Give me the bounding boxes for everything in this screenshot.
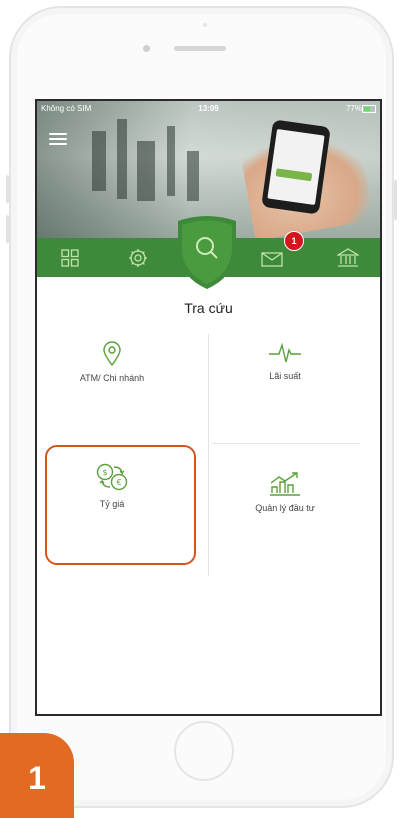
volume-up-button — [6, 175, 9, 203]
tile-interest-rate[interactable]: Lãi suất — [210, 341, 360, 441]
mail-icon[interactable] — [259, 245, 285, 271]
tile-label: Lãi suất — [269, 371, 301, 381]
step-number-badge: 1 — [0, 733, 74, 818]
tile-investment[interactable]: Quản lý đầu tư — [210, 471, 360, 571]
volume-down-button — [6, 215, 9, 243]
proximity-sensor — [203, 23, 207, 27]
bank-icon[interactable] — [335, 245, 361, 271]
divider-horizontal — [212, 443, 360, 444]
battery-icon — [362, 105, 376, 113]
battery-percent: 77% — [345, 104, 362, 113]
page-title: Tra cứu — [184, 300, 233, 316]
home-button[interactable] — [174, 721, 234, 781]
front-camera — [143, 45, 150, 52]
notification-badge: 1 — [284, 231, 304, 251]
divider-vertical — [208, 334, 209, 576]
app-screen: Không có SIM 13:09 77% 1 Tra cứu ATM/ Ch… — [35, 99, 382, 716]
settings-icon[interactable] — [125, 245, 151, 271]
phone-illustration — [261, 119, 331, 215]
grid-icon[interactable] — [57, 245, 83, 271]
tile-label: ATM/ Chi nhánh — [79, 373, 145, 383]
search-shield-button[interactable] — [174, 213, 240, 291]
hamburger-menu-icon[interactable] — [49, 133, 67, 145]
status-bar: Không có SIM 13:09 77% — [37, 101, 380, 117]
tile-label: Quản lý đầu tư — [255, 503, 315, 513]
tile-atm-branch[interactable]: ATM/ Chi nhánh — [37, 341, 187, 441]
pulse-icon — [269, 342, 301, 363]
tile-highlight-frame — [45, 445, 196, 565]
investment-chart-icon — [270, 472, 300, 496]
location-pin-icon — [103, 341, 121, 367]
status-time: 13:09 — [198, 104, 219, 113]
power-button — [394, 180, 397, 220]
earpiece-speaker — [174, 46, 226, 51]
